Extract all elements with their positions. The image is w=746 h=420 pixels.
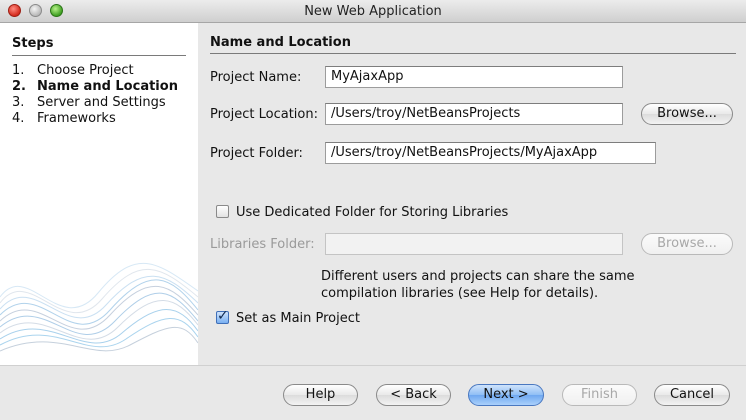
steps-divider <box>12 55 186 56</box>
step-label: Name and Location <box>37 79 178 94</box>
dedicated-folder-checkbox[interactable] <box>216 205 229 218</box>
dedicated-folder-label[interactable]: Use Dedicated Folder for Storing Librari… <box>236 205 508 220</box>
back-button[interactable]: < Back <box>376 384 451 406</box>
project-folder-label: Project Folder: <box>210 146 303 161</box>
libraries-help-text: Different users and projects can share t… <box>321 268 635 302</box>
main-project-checkbox[interactable]: ✓ <box>216 308 229 324</box>
step-label: Server and Settings <box>37 95 166 110</box>
cancel-button[interactable]: Cancel <box>654 384 730 406</box>
libraries-folder-label: Libraries Folder: <box>210 237 315 252</box>
step-frameworks: 4. Frameworks <box>12 111 116 126</box>
next-button[interactable]: Next > <box>468 384 544 406</box>
step-label: Choose Project <box>37 63 134 78</box>
step-number: 2. <box>12 79 26 94</box>
step-server-and-settings: 3. Server and Settings <box>12 95 166 110</box>
main-project-label[interactable]: Set as Main Project <box>236 311 360 326</box>
project-location-field[interactable]: /Users/troy/NetBeansProjects <box>325 103 623 125</box>
decorative-waves-image <box>0 263 198 352</box>
section-heading: Name and Location <box>210 35 351 50</box>
steps-bottom-edge <box>0 365 746 366</box>
step-label: Frameworks <box>37 111 116 126</box>
project-folder-field[interactable]: /Users/troy/NetBeansProjects/MyAjaxApp <box>325 142 656 164</box>
checkmark-icon: ✓ <box>217 308 229 324</box>
step-choose-project: 1. Choose Project <box>12 63 134 78</box>
libraries-folder-field[interactable] <box>325 233 623 255</box>
step-number: 3. <box>12 95 25 110</box>
window-title: New Web Application <box>304 4 442 19</box>
help-button[interactable]: Help <box>283 384 358 406</box>
project-name-label: Project Name: <box>210 70 302 85</box>
step-name-and-location: 2. Name and Location <box>12 79 178 94</box>
section-divider <box>210 53 736 54</box>
steps-heading: Steps <box>12 36 54 51</box>
project-location-label: Project Location: <box>210 107 318 122</box>
browse-location-button[interactable]: Browse... <box>641 103 733 125</box>
help-text-line: Different users and projects can share t… <box>321 269 635 284</box>
steps-panel: Steps 1. Choose Project 2. Name and Locati… <box>0 23 198 365</box>
step-number: 1. <box>12 63 25 78</box>
help-text-line: compilation libraries (see Help for deta… <box>321 286 599 301</box>
project-name-field[interactable]: MyAjaxApp <box>325 66 623 88</box>
title-bar: New Web Application <box>0 0 746 23</box>
browse-libraries-button[interactable]: Browse... <box>641 233 733 255</box>
step-number: 4. <box>12 111 25 126</box>
finish-button[interactable]: Finish <box>562 384 637 406</box>
